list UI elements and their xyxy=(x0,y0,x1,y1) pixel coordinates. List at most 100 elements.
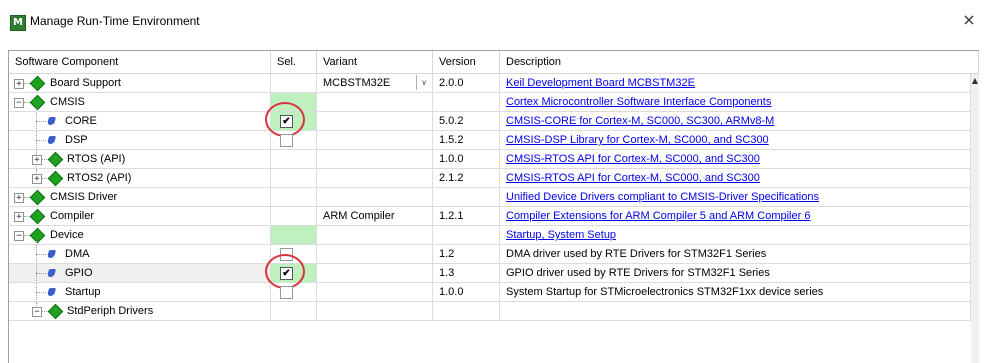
version-cell: 1.3 xyxy=(433,264,500,283)
sel-cell: ✔ xyxy=(265,102,317,137)
sel-cell xyxy=(271,283,317,302)
table-row[interactable]: GPIO ✔ 1.3 GPIO driver used by RTE Drive… xyxy=(9,254,971,289)
description-cell: CMSIS-RTOS API for Cortex-M, SC000, and … xyxy=(500,169,971,188)
variant-cell xyxy=(317,302,433,321)
variant-cell xyxy=(317,93,433,112)
component-group-icon xyxy=(29,75,46,92)
close-button[interactable]: × xyxy=(959,10,979,30)
description-cell: Unified Device Drivers compliant to CMSI… xyxy=(500,188,971,207)
description-link[interactable]: CMSIS-RTOS API for Cortex-M, SC000, and … xyxy=(506,172,760,184)
variant-select[interactable]: MCBSTM32E ∨ xyxy=(317,74,433,93)
chevron-down-icon[interactable]: ∨ xyxy=(416,75,431,90)
description-link[interactable]: CMSIS-CORE for Cortex-M, SC000, SC300, A… xyxy=(506,115,774,127)
table-row[interactable]: − StdPeriph Drivers xyxy=(9,302,971,321)
column-header-component[interactable]: Software Component xyxy=(9,51,271,74)
column-header-description[interactable]: Description xyxy=(500,51,979,74)
table-row[interactable]: + Board Support MCBSTM32E ∨ 2.0.0 Keil D… xyxy=(9,74,971,93)
variant-cell xyxy=(317,131,433,150)
description-cell: DMA driver used by RTE Drivers for STM32… xyxy=(500,245,971,264)
version-cell: 1.0.0 xyxy=(433,283,500,302)
description-link[interactable]: Cortex Microcontroller Software Interfac… xyxy=(506,96,771,108)
description-cell: GPIO driver used by RTE Drivers for STM3… xyxy=(500,264,971,283)
table-row[interactable]: DSP 1.5.2 CMSIS-DSP Library for Cortex-M… xyxy=(9,131,971,150)
version-cell: 1.0.0 xyxy=(433,150,500,169)
sel-cell xyxy=(271,74,317,93)
sel-cell xyxy=(271,188,317,207)
component-cell: DMA xyxy=(9,245,271,264)
component-cell: + RTOS2 (API) xyxy=(9,169,271,188)
component-group-icon xyxy=(29,189,46,206)
select-checkbox[interactable] xyxy=(280,286,293,299)
description-cell: Startup, System Setup xyxy=(500,226,971,245)
description-link[interactable]: Keil Development Board MCBSTM32E xyxy=(506,77,695,89)
component-cell: + RTOS (API) xyxy=(9,150,271,169)
collapse-icon[interactable]: − xyxy=(14,98,24,108)
sel-cell xyxy=(271,131,317,150)
variant-value: MCBSTM32E xyxy=(323,77,391,89)
collapse-icon[interactable]: − xyxy=(32,307,42,317)
table-row[interactable]: + RTOS (API) 1.0.0 CMSIS-RTOS API for Co… xyxy=(9,150,971,169)
component-group-icon xyxy=(29,227,46,244)
expand-icon[interactable]: + xyxy=(14,193,24,203)
description-cell: Cortex Microcontroller Software Interfac… xyxy=(500,93,971,112)
table-row[interactable]: + CMSIS Driver Unified Device Drivers co… xyxy=(9,188,971,207)
component-group-icon xyxy=(47,170,64,187)
component-icon xyxy=(46,250,57,258)
version-cell: 1.5.2 xyxy=(433,131,500,150)
version-cell: 2.0.0 xyxy=(433,74,500,93)
table-row[interactable]: Startup 1.0.0 System Startup for STMicro… xyxy=(9,283,971,302)
tree-connector xyxy=(36,254,46,255)
component-group-icon xyxy=(47,151,64,168)
expand-icon[interactable]: + xyxy=(32,174,42,184)
table-row[interactable]: DMA 1.2 DMA driver used by RTE Drivers f… xyxy=(9,245,971,264)
description-link[interactable]: CMSIS-DSP Library for Cortex-M, SC000, a… xyxy=(506,134,769,146)
description-cell: Keil Development Board MCBSTM32E xyxy=(500,74,971,93)
column-header-variant[interactable]: Variant xyxy=(317,51,433,74)
table-body: + Board Support MCBSTM32E ∨ 2.0.0 Keil D… xyxy=(9,74,971,321)
version-cell: 1.2 xyxy=(433,245,500,264)
expand-icon[interactable]: + xyxy=(14,212,24,222)
variant-cell xyxy=(317,188,433,207)
select-checkbox[interactable] xyxy=(280,134,293,147)
variant-cell[interactable]: ARM Compiler xyxy=(317,207,433,226)
description-link[interactable]: Startup, System Setup xyxy=(506,229,616,241)
sel-cell xyxy=(271,207,317,226)
component-group-icon xyxy=(29,208,46,225)
description-link[interactable]: Compiler Extensions for ARM Compiler 5 a… xyxy=(506,210,810,222)
variant-cell xyxy=(317,264,433,283)
description-cell xyxy=(500,302,971,321)
component-group-icon xyxy=(47,303,64,320)
tree-connector xyxy=(36,140,46,141)
column-header-version[interactable]: Version xyxy=(433,51,500,74)
vertical-scrollbar[interactable]: ▲ xyxy=(971,74,979,363)
collapse-icon[interactable]: − xyxy=(14,231,24,241)
component-cell: − CMSIS xyxy=(9,93,271,112)
variant-cell xyxy=(317,226,433,245)
component-cell: + Board Support xyxy=(9,74,271,93)
variant-cell xyxy=(317,112,433,131)
variant-cell xyxy=(317,283,433,302)
table-row[interactable]: + RTOS2 (API) 2.1.2 CMSIS-RTOS API for C… xyxy=(9,169,971,188)
table-row[interactable]: + Compiler ARM Compiler 1.2.1 Compiler E… xyxy=(9,207,971,226)
component-name: RTOS2 (API) xyxy=(67,172,132,184)
column-header-sel[interactable]: Sel. xyxy=(271,51,317,74)
expand-icon[interactable]: + xyxy=(14,79,24,89)
expand-icon[interactable]: + xyxy=(32,155,42,165)
table-row[interactable]: − CMSIS Cortex Microcontroller Software … xyxy=(9,93,971,112)
component-cell: + Compiler xyxy=(9,207,271,226)
scroll-up-arrow-icon[interactable]: ▲ xyxy=(971,76,979,86)
tree-connector xyxy=(36,121,46,122)
component-cell: DSP xyxy=(9,131,271,150)
description-link[interactable]: Unified Device Drivers compliant to CMSI… xyxy=(506,191,819,203)
variant-cell xyxy=(317,150,433,169)
component-cell: − StdPeriph Drivers xyxy=(9,302,271,321)
title-bar: M Manage Run-Time Environment × xyxy=(0,0,985,44)
table-row[interactable]: CORE ✔ 5.0.2 CMSIS-CORE for Cortex-M, SC… xyxy=(9,102,971,137)
component-name: CMSIS xyxy=(50,96,85,108)
description-cell: CMSIS-RTOS API for Cortex-M, SC000, and … xyxy=(500,150,971,169)
description-link[interactable]: CMSIS-RTOS API for Cortex-M, SC000, and … xyxy=(506,153,760,165)
table-row[interactable]: − Device Startup, System Setup xyxy=(9,226,971,245)
sel-cell xyxy=(271,169,317,188)
variant-cell xyxy=(317,169,433,188)
version-cell xyxy=(433,302,500,321)
